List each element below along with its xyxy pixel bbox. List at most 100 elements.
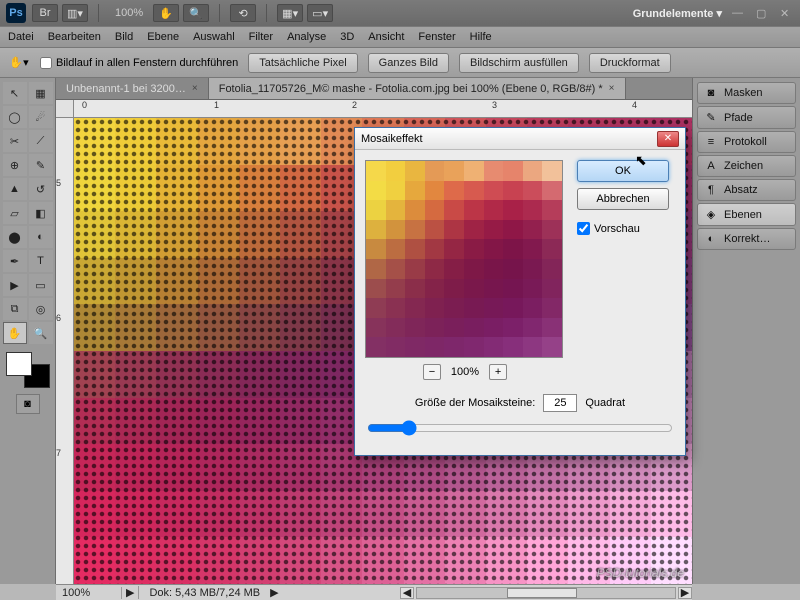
menu-fenster[interactable]: Fenster [418,31,455,43]
doc-tab-inactive[interactable]: Unbenannt-1 bei 3200… × [56,78,209,99]
ruler-origin[interactable] [56,100,74,118]
scroll-track[interactable] [416,587,676,599]
scroll-left-icon[interactable]: ◀ [400,587,414,599]
zoom-tool-icon[interactable]: 🔍 [29,322,53,344]
filter-preview[interactable] [365,160,563,358]
status-doc-arrow-icon[interactable]: ▶ [122,586,139,599]
scroll-all-checkbox-input[interactable] [40,57,52,69]
brush-tool-icon[interactable]: ✎ [29,154,53,176]
right-panels-rail: ◙Masken ✎Pfade ≡Protokoll AZeichen ¶Absa… [692,78,800,584]
panel-character[interactable]: AZeichen [697,155,796,177]
history-brush-tool-icon[interactable]: ↺ [29,178,53,200]
close-tab-icon[interactable]: × [192,83,198,94]
hand-tool-btn-icon[interactable]: ✋ [3,322,27,344]
pen-tool-icon[interactable]: ✒ [3,250,27,272]
dialog-close-icon[interactable]: ✕ [657,131,679,147]
fg-swatch[interactable] [6,352,32,376]
panel-layers[interactable]: ◈Ebenen [697,203,796,226]
panel-history[interactable]: ≡Protokoll [697,131,796,153]
arrange-docs-icon[interactable]: ▦▾ [277,4,303,22]
menu-ansicht[interactable]: Ansicht [368,31,404,43]
zoom-in-icon[interactable]: + [489,364,507,380]
workspace-switcher[interactable]: Grundelemente ▾ [633,7,722,20]
fill-screen-button[interactable]: Bildschirm ausfüllen [459,53,579,73]
color-swatch[interactable] [6,352,50,388]
marquee-tool-icon[interactable]: ▦ [29,82,53,104]
corrections-icon: ◐ [704,233,718,245]
title-zoom[interactable]: 100% [109,7,149,19]
menu-3d[interactable]: 3D [340,31,354,43]
paths-icon: ✎ [704,111,718,124]
restore-icon[interactable]: ▢ [756,7,770,19]
menu-datei[interactable]: Datei [8,31,34,43]
cell-size-slider[interactable] [367,420,673,436]
eyedropper-tool-icon[interactable]: ⟋ [29,130,53,152]
crop-tool-icon[interactable]: ✂ [3,130,27,152]
lasso-tool-icon[interactable]: ◯ [3,106,27,128]
scroll-all-label: Bildlauf in allen Fenstern durchführen [56,57,238,69]
panel-paragraph[interactable]: ¶Absatz [697,179,796,201]
scroll-all-windows-checkbox[interactable]: Bildlauf in allen Fenstern durchführen [40,57,238,69]
dodge-tool-icon[interactable]: ◐ [29,226,53,248]
stamp-tool-icon[interactable]: ▲ [3,178,27,200]
gradient-tool-icon[interactable]: ◧ [29,202,53,224]
close-app-icon[interactable]: ✕ [780,7,794,19]
zoom-icon[interactable]: 🔍 [183,4,209,22]
menu-filter[interactable]: Filter [249,31,273,43]
panel-masks[interactable]: ◙Masken [697,82,796,104]
eraser-tool-icon[interactable]: ▱ [3,202,27,224]
type-tool-icon[interactable]: T [29,250,53,272]
minimize-icon[interactable]: — [732,7,746,19]
doc-tab-active-label: Fotolia_11705726_M© mashe - Fotolia.com.… [219,83,603,95]
healing-tool-icon[interactable]: ⊕ [3,154,27,176]
quick-mask-icon[interactable]: ◙ [16,394,40,414]
preview-checkbox-input[interactable] [577,222,590,235]
ok-button[interactable]: OK [577,160,669,182]
mb-dropdown-icon[interactable]: ▥▾ [62,4,88,22]
path-select-tool-icon[interactable]: ▶ [3,274,27,296]
menu-analyse[interactable]: Analyse [287,31,326,43]
wand-tool-icon[interactable]: ☄ [29,106,53,128]
hand-icon[interactable]: ✋ [153,4,179,22]
dialog-titlebar[interactable]: Mosaikeffekt ✕ [355,128,685,150]
dialog-title: Mosaikeffekt [361,133,423,145]
print-size-button[interactable]: Druckformat [589,53,671,73]
panel-paths[interactable]: ✎Pfade [697,106,796,129]
3d-camera-tool-icon[interactable]: ◎ [29,298,53,320]
doc-tab-active[interactable]: Fotolia_11705726_M© mashe - Fotolia.com.… [209,78,626,99]
menu-bearbeiten[interactable]: Bearbeiten [48,31,101,43]
blur-tool-icon[interactable]: ⬤ [3,226,27,248]
document-tabs: Unbenannt-1 bei 3200… × Fotolia_11705726… [56,78,692,100]
h-scrollbar[interactable]: ◀ ▶ [400,587,692,599]
mosaic-dialog: Mosaikeffekt ✕ − 100% + OK ⬉ Abbrechen V… [354,127,686,456]
status-doc-size[interactable]: Dok: 5,43 MB/7,24 MB [139,587,270,599]
cell-size-input[interactable] [543,394,577,412]
3d-tool-icon[interactable]: ⧉ [3,298,27,320]
shape-tool-icon[interactable]: ▭ [29,274,53,296]
ruler-vertical[interactable]: 5 6 7 8 [56,118,74,584]
status-doc-menu-icon[interactable]: ▶ [270,586,278,599]
preview-checkbox[interactable]: Vorschau [577,222,669,235]
title-toolbar: Br ▥▾ 100% ✋ 🔍 ⟲ ▦▾ ▭▾ [32,4,333,22]
actual-pixels-button[interactable]: Tatsächliche Pixel [248,53,357,73]
zoom-out-icon[interactable]: − [423,364,441,380]
panel-corrections[interactable]: ◐Korrekt… [697,228,796,250]
fit-screen-button[interactable]: Ganzes Bild [368,53,449,73]
status-zoom[interactable]: 100% [56,587,122,599]
scroll-right-icon[interactable]: ▶ [678,587,692,599]
menu-auswahl[interactable]: Auswahl [193,31,235,43]
tools-panel: ↖ ▦ ◯ ☄ ✂ ⟋ ⊕ ✎ ▲ ↺ ▱ ◧ ⬤ ◐ ✒ T ▶ ▭ ⧉ ◎ … [0,78,56,584]
view-rotate-icon[interactable]: ⟲ [230,4,256,22]
menu-ebene[interactable]: Ebene [147,31,179,43]
ruler-horizontal[interactable]: 0 1 2 3 4 [74,100,692,118]
menu-hilfe[interactable]: Hilfe [470,31,492,43]
screen-mode-icon[interactable]: ▭▾ [307,4,333,22]
hand-tool-icon[interactable]: ✋▾ [8,54,30,72]
cancel-button[interactable]: Abbrechen [577,188,669,210]
menu-bild[interactable]: Bild [115,31,133,43]
scroll-thumb[interactable] [507,588,577,598]
menubar: Datei Bearbeiten Bild Ebene Auswahl Filt… [0,26,800,48]
bridge-icon[interactable]: Br [32,4,58,22]
move-tool-icon[interactable]: ↖ [3,82,27,104]
close-tab-icon[interactable]: × [609,83,615,94]
